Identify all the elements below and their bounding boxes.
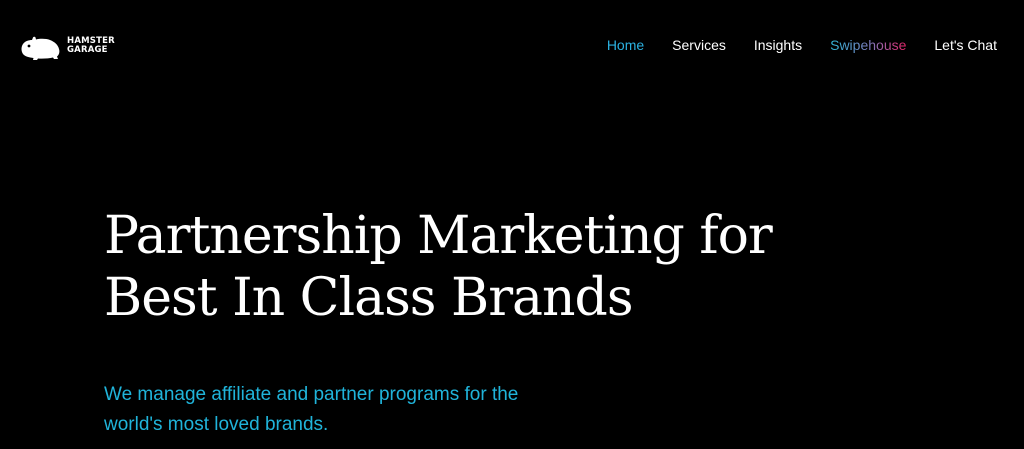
nav-item-lets-chat[interactable]: Let's Chat — [934, 37, 997, 54]
main-nav: Home Services Insights Swipehouse Let's … — [607, 37, 997, 54]
hero-title-line-1: Partnership Marketing for — [104, 206, 773, 266]
brand-wordmark: HAMSTER GARAGE — [67, 37, 115, 55]
brand-line-2: GARAGE — [67, 45, 108, 55]
hero-subtitle-line-2: world's most loved brands. — [104, 414, 329, 435]
nav-item-insights[interactable]: Insights — [754, 37, 802, 54]
hero-subtitle-line-1: We manage affiliate and partner programs… — [104, 384, 519, 405]
nav-item-swipehouse[interactable]: Swipehouse — [830, 37, 906, 54]
hamster-icon — [21, 36, 60, 60]
nav-item-services[interactable]: Services — [672, 37, 726, 54]
site-header: HAMSTER GARAGE Home Services Insights Sw… — [0, 0, 1024, 92]
nav-item-home[interactable]: Home — [607, 37, 644, 54]
hero-title: Partnership Marketing for Best In Class … — [104, 205, 964, 329]
logo-link[interactable]: HAMSTER GARAGE — [20, 32, 115, 60]
hero-title-line-2: Best In Class Brands — [104, 268, 634, 328]
hero-subtitle: We manage affiliate and partner programs… — [104, 380, 624, 440]
